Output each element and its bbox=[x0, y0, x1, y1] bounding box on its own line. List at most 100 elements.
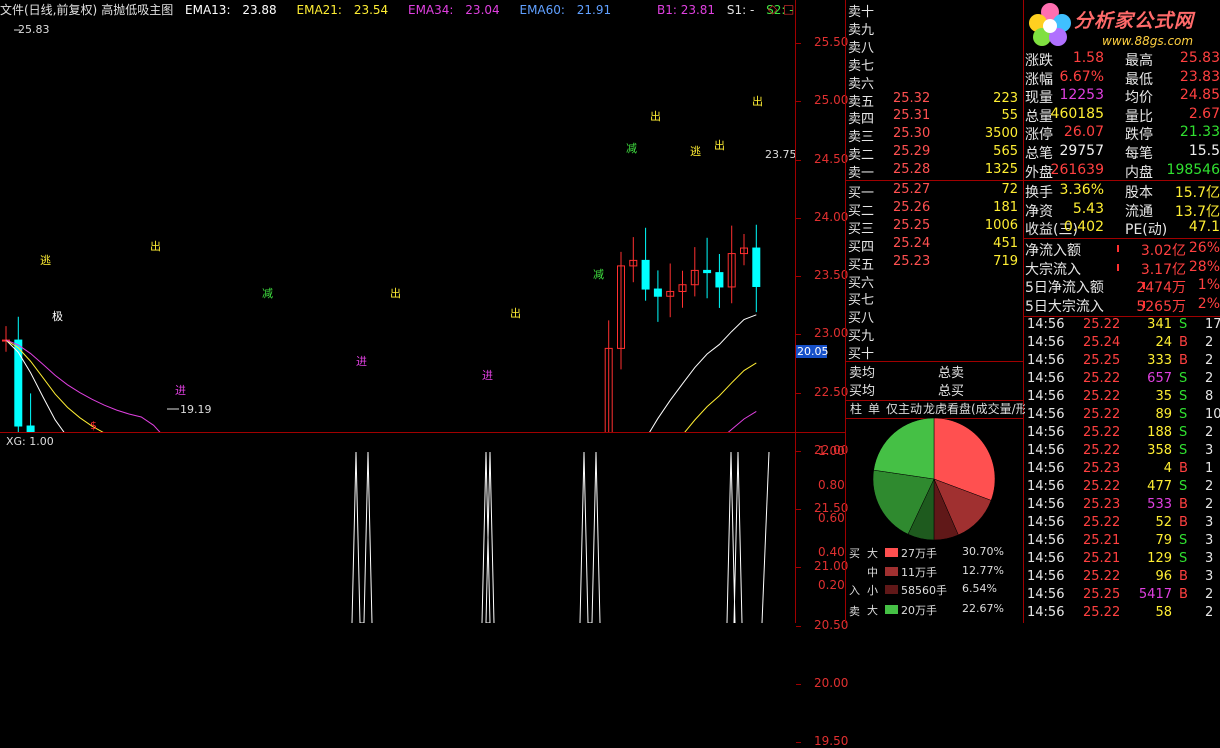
flow-percent: 26% bbox=[1188, 240, 1220, 256]
legend-swatch bbox=[885, 585, 898, 594]
stat-value: 13.7亿 bbox=[1174, 203, 1220, 220]
ema-13-line bbox=[5, 314, 757, 432]
stats-left-border bbox=[1023, 0, 1024, 623]
stat-value: 21.33 bbox=[1179, 124, 1220, 141]
flow-value: 3.02亿 bbox=[1140, 243, 1186, 259]
legend-amount: 20万手 bbox=[901, 604, 937, 617]
chart-right-border bbox=[795, 0, 796, 623]
capital-flow-pie bbox=[872, 417, 996, 541]
buy-avg-label: 买均 bbox=[849, 384, 876, 399]
orderbook-row[interactable]: 买八 bbox=[848, 307, 1020, 327]
flow-label: 5日大宗流入 bbox=[1025, 299, 1104, 316]
orderbook-row[interactable]: 卖六 bbox=[848, 73, 1020, 92]
b1-label: B1: 23.81 bbox=[656, 3, 716, 17]
signal-tag: 出 bbox=[752, 95, 763, 108]
stat-row: 总笔 29757 每笔 15.5 bbox=[1025, 143, 1220, 162]
tick-row[interactable]: 14:56 25.22 341 S 17 bbox=[1025, 317, 1220, 334]
orderbook-row[interactable]: 买五 25.23 719 bbox=[848, 254, 1020, 273]
tick-row[interactable]: 14:56 25.23 4 B 1 bbox=[1025, 461, 1220, 478]
orderbook-row[interactable]: 买十 bbox=[848, 343, 1020, 362]
orderbook-row[interactable]: 卖二 25.29 565 bbox=[848, 144, 1020, 163]
stat-label: 股本 bbox=[1125, 185, 1153, 201]
panel-close-icon[interactable]: □ bbox=[783, 2, 794, 16]
indicator-tick-label: 1.00 bbox=[818, 444, 845, 458]
tick-row[interactable]: 14:56 25.23 533 B 2 bbox=[1025, 497, 1220, 514]
tick-row[interactable]: 14:56 25.22 358 S 3 bbox=[1025, 443, 1220, 460]
orderbook-row[interactable]: 买一 25.27 72 bbox=[848, 182, 1020, 201]
signal-tag: 出 bbox=[714, 139, 725, 152]
legend-percent: 30.70% bbox=[962, 545, 1004, 558]
stat-label: 跌停 bbox=[1125, 127, 1153, 144]
tick-volume: 341 bbox=[1147, 317, 1172, 332]
orderbook-row[interactable]: 买二 25.26 181 bbox=[848, 199, 1020, 219]
tick-row[interactable]: 14:56 25.22 96 B 3 bbox=[1025, 569, 1220, 586]
tick-row[interactable]: 14:56 25.21 79 S 3 bbox=[1025, 533, 1220, 550]
signal-tag: 进 bbox=[356, 355, 367, 368]
tick-price: 25.22 bbox=[1083, 569, 1121, 584]
tick-row[interactable]: 14:56 25.25 333 B 2 bbox=[1025, 353, 1220, 370]
candle-body bbox=[703, 269, 712, 274]
orderbook-row[interactable]: 卖四 25.31 55 bbox=[848, 108, 1020, 127]
tick-volume: 5417 bbox=[1138, 587, 1172, 602]
candlestick-chart[interactable] bbox=[0, 0, 796, 432]
tick-count: 2 bbox=[1205, 335, 1214, 350]
tick-count: 2 bbox=[1205, 353, 1214, 368]
orderbook-row[interactable]: 买七 bbox=[848, 289, 1020, 308]
tick-row[interactable]: 14:56 25.22 58 2 bbox=[1025, 605, 1220, 622]
orderbook-row[interactable]: 卖三 25.30 3500 bbox=[848, 126, 1020, 145]
orderbook-level: 买八 bbox=[848, 311, 875, 327]
tick-row[interactable]: 14:56 25.22 657 S 2 bbox=[1025, 371, 1220, 388]
tick-count: 2 bbox=[1205, 371, 1214, 386]
tick-row[interactable]: 14:56 25.22 188 S 2 bbox=[1025, 425, 1220, 442]
xg-signal-line bbox=[726, 451, 743, 623]
tab-bar[interactable]: 柱 bbox=[848, 401, 864, 418]
indicator-chart[interactable] bbox=[0, 432, 796, 623]
tick-time: 14:56 bbox=[1027, 371, 1065, 386]
tick-row[interactable]: 14:56 25.25 5417 B 2 bbox=[1025, 587, 1220, 604]
panel-toggle-icon[interactable]: ◇ bbox=[768, 2, 777, 16]
signal-tag: 出 bbox=[390, 287, 401, 300]
legend-row: 大 27万手 30.70% bbox=[848, 545, 1023, 563]
tick-row[interactable]: 14:56 25.22 35 S 8 bbox=[1025, 389, 1220, 406]
ema60-label: EMA60: 21.91 bbox=[519, 3, 612, 17]
orderbook-volume: 181 bbox=[993, 199, 1018, 215]
tick-price: 25.21 bbox=[1083, 533, 1121, 548]
stat-label: 外盘 bbox=[1025, 164, 1053, 181]
orderbook-row[interactable]: 卖七 bbox=[848, 55, 1020, 74]
tick-volume: 333 bbox=[1147, 353, 1172, 368]
stats-divider bbox=[1024, 180, 1220, 181]
orderbook-row[interactable]: 卖十 bbox=[848, 1, 1020, 20]
orderbook-level: 卖十 bbox=[848, 5, 875, 20]
orderbook-row[interactable]: 卖九 bbox=[848, 19, 1020, 38]
orderbook-row[interactable]: 卖八 bbox=[848, 37, 1020, 56]
tick-row[interactable]: 14:56 25.22 89 S 10 bbox=[1025, 407, 1220, 424]
tick-price: 25.22 bbox=[1083, 425, 1121, 440]
logo-url: www.88gs.com bbox=[1102, 34, 1194, 48]
stat-value: 198546 bbox=[1166, 161, 1220, 178]
legend-row: 小 58560手 6.54% bbox=[848, 582, 1023, 600]
legend-row: 中 11万手 12.77% bbox=[848, 564, 1023, 582]
orderbook-row[interactable]: 买九 bbox=[848, 325, 1020, 344]
tick-row[interactable]: 14:56 25.22 477 S 2 bbox=[1025, 479, 1220, 496]
flow-value: 2474万 bbox=[1136, 280, 1186, 297]
indicator-tick-label: 0.20 bbox=[818, 578, 845, 593]
tick-volume: 533 bbox=[1147, 497, 1172, 512]
orderbook-row[interactable]: 买六 bbox=[848, 272, 1020, 291]
stat-label: 量比 bbox=[1125, 108, 1153, 125]
orderbook-row[interactable]: 卖一 25.28 1325 bbox=[848, 162, 1020, 181]
orderbook-row[interactable]: 买四 25.24 451 bbox=[848, 236, 1020, 255]
orderbook-row[interactable]: 买三 25.25 1006 bbox=[848, 217, 1020, 237]
price-tick-mark bbox=[796, 567, 801, 569]
orderbook-row[interactable]: 卖五 25.32 223 bbox=[848, 91, 1020, 110]
tick-volume: 188 bbox=[1147, 425, 1172, 440]
tick-row[interactable]: 14:56 25.22 52 B 3 bbox=[1025, 515, 1220, 532]
tick-row[interactable]: 14:56 25.21 129 S 3 bbox=[1025, 551, 1220, 568]
orderbook-volume: 1006 bbox=[984, 217, 1018, 233]
ema-21-line bbox=[5, 339, 757, 432]
tick-price: 25.22 bbox=[1083, 317, 1121, 332]
stat-row: 换手 3.36% 股本 15.7亿 bbox=[1025, 182, 1220, 201]
price-tick-label: 20.00 bbox=[814, 675, 849, 690]
price-tick-mark bbox=[796, 276, 801, 277]
tick-row[interactable]: 14:56 25.24 24 B 2 bbox=[1025, 335, 1220, 352]
flow-bar bbox=[1117, 245, 1119, 252]
